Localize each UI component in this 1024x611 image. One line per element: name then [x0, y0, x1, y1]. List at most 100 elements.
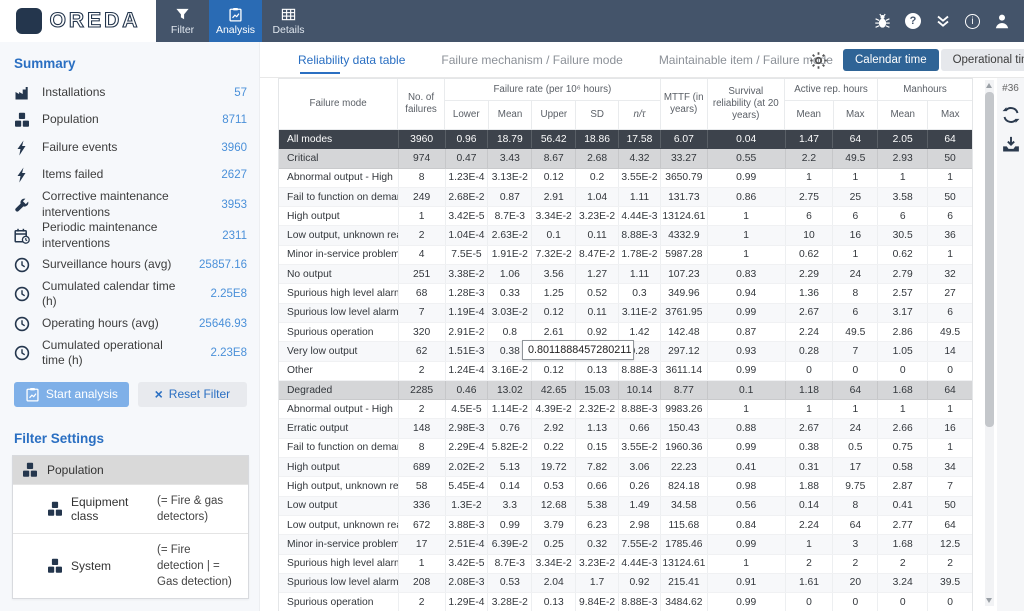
table-row-degraded[interactable]: Degraded22850.4613.0242.6515.0310.148.77… [279, 381, 972, 400]
cell-max: 16 [927, 419, 972, 437]
table-row-high-output-unknown-reading[interactable]: High output, unknown reading585.45E-40.1… [279, 477, 972, 496]
table-row-fail-to-function-on-demand[interactable]: Fail to function on demand2492.68E-20.87… [279, 188, 972, 207]
cell-upper: 42.65 [531, 381, 575, 399]
cell-failure-mode: Spurious low level alarm signal [279, 574, 398, 592]
cell-sd: 5.38 [575, 497, 618, 515]
table-row-other[interactable]: Other21.24E-43.16E-20.120.138.88E-33611.… [279, 362, 972, 381]
nav-tab-details[interactable]: Details [262, 0, 315, 42]
table-row-high-output[interactable]: High output13.42E-58.7E-33.34E-23.23E-24… [279, 207, 972, 226]
table-row-critical[interactable]: Critical9740.473.438.672.684.3233.270.55… [279, 149, 972, 168]
table-row-spurious-low-level-alarm-signal[interactable]: Spurious low level alarm signal71.19E-43… [279, 304, 972, 323]
table-row-abnormal-output-high[interactable]: Abnormal output - High24.5E-51.14E-24.39… [279, 400, 972, 419]
user-icon[interactable] [994, 13, 1010, 29]
start-analysis-button[interactable]: Start analysis [14, 382, 129, 407]
table-row-spurious-operation[interactable]: Spurious operation21.29E-43.28E-20.139.8… [279, 593, 972, 611]
cell-upper: 2.04 [531, 574, 575, 592]
nav-tab-label: Filter [171, 24, 194, 36]
cell-n: 4.32 [618, 149, 660, 167]
cell-survival-reliability-at-20-years: 0.99 [707, 362, 785, 380]
table-row-low-output-unknown-reading[interactable]: Low output, unknown reading21.04E-42.63E… [279, 226, 972, 245]
cell-lower: 3.88E-3 [445, 516, 488, 534]
cell-survival-reliability-at-20-years: 0.99 [707, 439, 785, 457]
cell-mean: 3.24 [877, 574, 927, 592]
table-scrollbar[interactable] [985, 80, 994, 606]
table-row-low-output-unknown-reading[interactable]: Low output, unknown reading6723.88E-30.9… [279, 516, 972, 535]
filter-item-equipment-class[interactable]: Equipment class(= Fire & gas detectors) [13, 484, 248, 533]
filter-root-population[interactable]: Population [13, 456, 248, 484]
cell-no-of-failures: 8 [398, 169, 445, 187]
subrow: MeanMax [785, 101, 877, 129]
cell-mttf-in-years: 13124.61 [660, 555, 707, 573]
stat-label: Corrective maintenance interventions [42, 189, 183, 220]
cell-sd: 0.52 [575, 284, 618, 302]
help-icon[interactable]: ? [905, 13, 921, 29]
cell-lower: 1.23E-4 [445, 169, 488, 187]
table-row-all-modes[interactable]: All modes39600.9618.7956.4218.8617.586.0… [279, 130, 972, 149]
cell-upper: 56.42 [531, 130, 575, 148]
table-row-minor-in-service-problems[interactable]: Minor in-service problems47.5E-51.91E-27… [279, 246, 972, 265]
nav-tab-filter[interactable]: Filter [156, 0, 209, 42]
refresh-icon[interactable] [1002, 106, 1020, 124]
cell-mean: 0.75 [877, 439, 927, 457]
cell-max: 1 [927, 246, 972, 264]
table-row-abnormal-output-high[interactable]: Abnormal output - High81.23E-43.13E-20.1… [279, 169, 972, 188]
toggle-calendar-time[interactable]: Calendar time [843, 49, 939, 71]
tab-reliability-data-table[interactable]: Reliability data table [298, 42, 405, 78]
cell-survival-reliability-at-20-years: 0.99 [707, 304, 785, 322]
summary-sidebar: Summary Installations57Population8711Fai… [0, 42, 260, 611]
cell-lower: 1.04E-4 [445, 226, 488, 244]
scroll-down-icon[interactable] [986, 598, 992, 603]
table-row-minor-in-service-problems[interactable]: Minor in-service problems172.51E-46.39E-… [279, 535, 972, 554]
info-icon[interactable]: i [965, 14, 980, 29]
reset-filter-button[interactable]: × Reset Filter [138, 382, 247, 407]
cell-failure-mode: Very low output [279, 342, 398, 360]
gear-icon[interactable] [809, 51, 828, 70]
download-icon[interactable] [1002, 136, 1020, 154]
nav-tab-label: Details [272, 24, 304, 36]
table-row-erratic-output[interactable]: Erratic output1482.98E-30.762.921.130.66… [279, 419, 972, 438]
tab-failure-mechanism-failure-mode[interactable]: Failure mechanism / Failure mode [441, 42, 622, 78]
cell-survival-reliability-at-20-years: 0.55 [707, 149, 785, 167]
nav-tab-analysis[interactable]: Analysis [209, 0, 262, 42]
table-row-spurious-high-level-alarm-signa[interactable]: Spurious high level alarm signa13.42E-58… [279, 555, 972, 574]
table-row-fail-to-function-on-demand[interactable]: Fail to function on demand82.29E-45.82E-… [279, 439, 972, 458]
cell-mean: 2.24 [785, 516, 833, 534]
cell-no-of-failures: 689 [398, 458, 445, 476]
cell-mean: 2.29 [785, 265, 833, 283]
table-row-high-output[interactable]: High output6892.02E-25.1319.727.823.0622… [279, 458, 972, 477]
cell-mean: 10 [785, 226, 833, 244]
cell-upper: 3.34E-2 [531, 555, 575, 573]
toggle-operational-time[interactable]: Operational time [941, 49, 1024, 71]
cell-n: 1.49 [618, 497, 660, 515]
table-row-low-output[interactable]: Low output3361.3E-23.312.685.381.4934.58… [279, 497, 972, 516]
cell-mean: 6 [877, 207, 927, 225]
double-chevron-down-icon[interactable] [935, 13, 951, 29]
cell-no-of-failures: 4 [398, 246, 445, 264]
scroll-up-icon[interactable] [986, 83, 992, 88]
table-row-spurious-low-level-alarm-signal[interactable]: Spurious low level alarm signal2082.08E-… [279, 574, 972, 593]
stat-label: Operating hours (avg) [42, 316, 183, 332]
table-row-no-output[interactable]: No output2513.38E-21.063.561.271.11107.2… [279, 265, 972, 284]
wrench-icon [14, 197, 32, 213]
cell-mean: 8.7E-3 [487, 207, 531, 225]
cell-no-of-failures: 3960 [398, 130, 445, 148]
cell-mean: 6 [785, 207, 833, 225]
cell-sd: 0.11 [575, 226, 618, 244]
cell-failure-mode: Minor in-service problems [279, 535, 398, 553]
table-row-spurious-high-level-alarm-signa[interactable]: Spurious high level alarm signa681.28E-3… [279, 284, 972, 303]
cell-max: 16 [832, 226, 877, 244]
bug-icon[interactable] [874, 13, 891, 30]
cell-mean: 2.86 [877, 323, 927, 341]
oreda-logo[interactable]: OREDA [0, 0, 156, 42]
tab-maintainable-item-failure-mode[interactable]: Maintainable item / Failure mode [659, 42, 833, 78]
cell-max: 9.75 [832, 477, 877, 495]
cell-no-of-failures: 17 [398, 535, 445, 553]
filter-item-system[interactable]: System(= Fire detection | = Gas detectio… [13, 533, 248, 598]
cell-failure-mode: Low output, unknown reading [279, 516, 398, 534]
cell-mean: 1 [785, 535, 833, 553]
cell-lower: 2.08E-3 [445, 574, 488, 592]
cell-lower: 1.28E-3 [445, 284, 488, 302]
cell-failure-mode: Low output [279, 497, 398, 515]
scrollbar-thumb[interactable] [985, 92, 994, 427]
cell-sd: 18.86 [575, 130, 618, 148]
